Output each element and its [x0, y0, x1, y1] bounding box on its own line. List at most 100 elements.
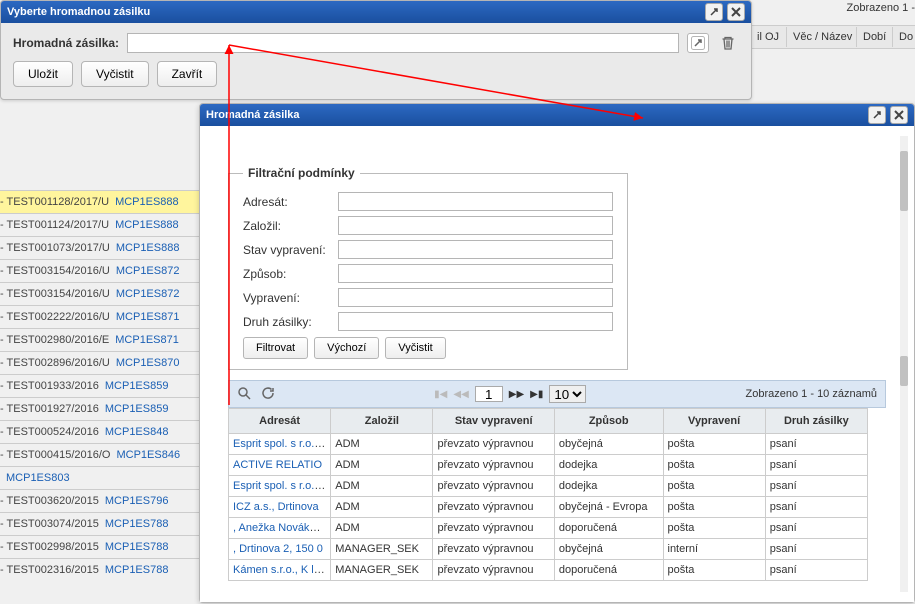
bg-row-link[interactable]: MCP1ES859 [103, 380, 169, 392]
bg-row-link[interactable]: MCP1ES796 [103, 495, 169, 507]
input-vypraveni[interactable] [338, 288, 613, 307]
refresh-icon[interactable] [261, 386, 275, 403]
th-adresat[interactable]: Adresát [229, 409, 331, 434]
default-button[interactable]: Výchozí [314, 337, 379, 359]
bg-row-link[interactable]: MCP1ES788 [103, 564, 169, 576]
bg-row-link[interactable]: MCP1ES888 [114, 242, 180, 254]
cell-adresat-link[interactable]: Esprit spol. s r.o., D [233, 438, 328, 450]
close-button[interactable]: Zavřít [157, 61, 218, 87]
maximize-icon[interactable] [705, 3, 723, 21]
table-row[interactable]: Kámen s.r.o., K lomMANAGER_SEKpřevzato v… [229, 560, 868, 581]
table-cell: MANAGER_SEK [331, 560, 433, 581]
bg-row-link[interactable]: MCP1ES848 [103, 426, 169, 438]
bg-row-link[interactable]: MCP1ES872 [114, 288, 180, 300]
cell-adresat-link[interactable]: ICZ a.s., Drtinova [233, 501, 319, 513]
clear-button[interactable]: Vyčistit [81, 61, 149, 87]
th-vypraveni[interactable]: Vypravení [663, 409, 765, 434]
bg-row[interactable]: - TEST002896/2016/UMCP1ES870 [0, 351, 200, 374]
scrollbar[interactable] [900, 136, 908, 592]
next-page-icon[interactable]: ▶▶ [509, 389, 524, 400]
batch-input[interactable] [127, 33, 679, 53]
cell-adresat-link[interactable]: , Drtinova 2, 150 0 [233, 543, 323, 555]
dialog2-titlebar[interactable]: Hromadná zásilka [200, 104, 914, 126]
trash-icon[interactable] [717, 33, 739, 53]
bg-row[interactable]: - TEST003154/2016/UMCP1ES872 [0, 259, 200, 282]
bg-row-code: - TEST002316/2015 [0, 564, 103, 576]
table-row[interactable]: ICZ a.s., DrtinovaADMpřevzato výpravnouo… [229, 497, 868, 518]
scroll-thumb-mid[interactable] [900, 356, 908, 386]
bg-row-link[interactable]: MCP1ES846 [114, 449, 180, 461]
close-icon[interactable] [727, 3, 745, 21]
bg-row[interactable]: MCP1ES803 [0, 466, 200, 489]
table-row[interactable]: ACTIVE RELATIOADMpřevzato výpravnoudodej… [229, 455, 868, 476]
bg-row[interactable]: - TEST002980/2016/EMCP1ES871 [0, 328, 200, 351]
table-cell: psaní [765, 497, 867, 518]
search-icon[interactable] [237, 386, 251, 403]
input-zpusob[interactable] [338, 264, 613, 283]
bg-row[interactable]: - TEST000415/2016/OMCP1ES846 [0, 443, 200, 466]
bg-row[interactable]: - TEST001128/2017/UMCP1ES888 [0, 190, 200, 213]
th-druh[interactable]: Druh zásilky [765, 409, 867, 434]
th-stav[interactable]: Stav vypravení [433, 409, 554, 434]
table-cell: převzato výpravnou [433, 539, 554, 560]
close-icon[interactable] [890, 106, 908, 124]
bg-row-link[interactable]: MCP1ES871 [114, 311, 180, 323]
bg-row-link[interactable]: MCP1ES859 [103, 403, 169, 415]
table-row[interactable]: , Anežka NovákováADMpřevzato výpravnoudo… [229, 518, 868, 539]
table-cell: interní [663, 539, 765, 560]
th-zalozil[interactable]: Založil [331, 409, 433, 434]
bg-row[interactable]: - TEST001933/2016MCP1ES859 [0, 374, 200, 397]
th-zpusob[interactable]: Způsob [554, 409, 663, 434]
cell-adresat-link[interactable]: ACTIVE RELATIO [233, 459, 322, 471]
cell-adresat-link[interactable]: Kámen s.r.o., K lom [233, 564, 329, 576]
bg-row[interactable]: - TEST002998/2015MCP1ES788 [0, 535, 200, 558]
bg-row[interactable]: - TEST002222/2016/UMCP1ES871 [0, 305, 200, 328]
bg-row-link[interactable]: MCP1ES788 [103, 518, 169, 530]
bg-row[interactable]: - TEST003154/2016/UMCP1ES872 [0, 282, 200, 305]
bg-row-link[interactable]: MCP1ES871 [113, 334, 179, 346]
table-cell: pošta [663, 434, 765, 455]
input-stav[interactable] [338, 240, 613, 259]
bg-row-code: - TEST001933/2016 [0, 380, 103, 392]
dialog2-body: Filtrační podmínky Adresát: Založil: Sta… [200, 126, 914, 602]
filter-button[interactable]: Filtrovat [243, 337, 308, 359]
table-cell: doporučená [554, 560, 663, 581]
bg-row-code: - TEST002222/2016/U [0, 311, 114, 323]
maximize-icon[interactable] [868, 106, 886, 124]
bg-row[interactable]: - TEST001124/2017/UMCP1ES888 [0, 213, 200, 236]
bg-row[interactable]: - TEST000524/2016MCP1ES848 [0, 420, 200, 443]
input-druh[interactable] [338, 312, 613, 331]
page-input[interactable] [475, 386, 503, 402]
bg-row[interactable]: - TEST003620/2015MCP1ES796 [0, 489, 200, 512]
bg-row[interactable]: - TEST001927/2016MCP1ES859 [0, 397, 200, 420]
bg-row[interactable]: - TEST003074/2015MCP1ES788 [0, 512, 200, 535]
bg-row-link[interactable]: MCP1ES803 [4, 472, 70, 484]
table-cell: pošta [663, 476, 765, 497]
bg-row-link[interactable]: MCP1ES888 [113, 219, 179, 231]
save-button[interactable]: Uložit [13, 61, 73, 87]
bg-rows: - TEST001128/2017/UMCP1ES888- TEST001124… [0, 190, 200, 581]
lookup-icon[interactable] [687, 33, 709, 53]
table-cell: převzato výpravnou [433, 518, 554, 539]
input-zalozil[interactable] [338, 216, 613, 235]
clear-filter-button[interactable]: Vyčistit [385, 337, 445, 359]
last-page-icon[interactable]: ▶▮ [530, 389, 543, 400]
per-page-select[interactable]: 10 [549, 385, 586, 403]
bg-row-link[interactable]: MCP1ES788 [103, 541, 169, 553]
table-cell: převzato výpravnou [433, 455, 554, 476]
dialog1-titlebar[interactable]: Vyberte hromadnou zásilku [1, 1, 751, 23]
bg-row-link[interactable]: MCP1ES872 [114, 265, 180, 277]
lbl-stav: Stav vypravení: [243, 243, 338, 257]
cell-adresat-link[interactable]: , Anežka Nováková [233, 522, 327, 534]
cell-adresat-link[interactable]: Esprit spol. s r.o., H [233, 480, 328, 492]
bg-row-link[interactable]: MCP1ES888 [113, 196, 179, 208]
input-adresat[interactable] [338, 192, 613, 211]
bg-row-link[interactable]: MCP1ES870 [114, 357, 180, 369]
scroll-thumb-top[interactable] [900, 151, 908, 211]
bg-row[interactable]: - TEST002316/2015MCP1ES788 [0, 558, 200, 581]
table-row[interactable]: , Drtinova 2, 150 0MANAGER_SEKpřevzato v… [229, 539, 868, 560]
bg-row[interactable]: - TEST001073/2017/UMCP1ES888 [0, 236, 200, 259]
table-row[interactable]: Esprit spol. s r.o., HADMpřevzato výprav… [229, 476, 868, 497]
table-row[interactable]: Esprit spol. s r.o., DADMpřevzato výprav… [229, 434, 868, 455]
bg-row-code: - TEST001073/2017/U [0, 242, 114, 254]
